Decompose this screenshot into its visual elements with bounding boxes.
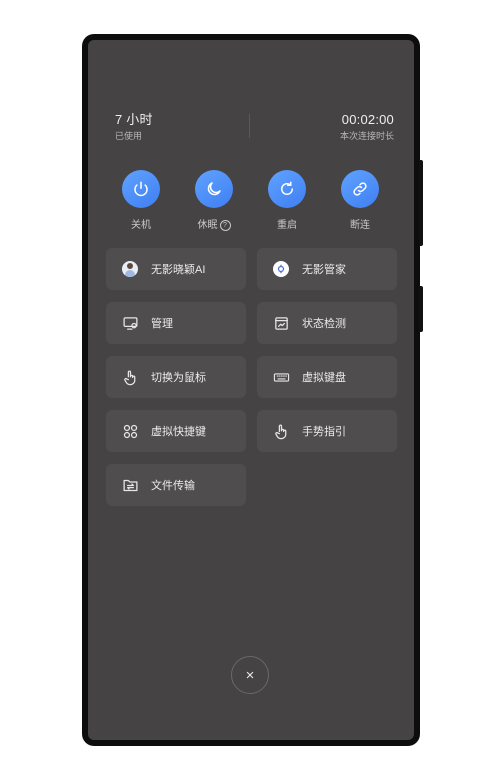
usage-value: 7 小时 xyxy=(115,112,153,127)
shutdown-button[interactable]: 关机 xyxy=(121,170,161,231)
phone-side-button xyxy=(419,160,423,246)
avatar xyxy=(122,261,138,277)
ai-assistant-label: 无影晓颖AI xyxy=(151,264,206,276)
connection-duration: 00:02:00 xyxy=(341,112,394,127)
restart-button[interactable]: 重启 xyxy=(267,170,307,231)
shutdown-label: 关机 xyxy=(131,220,151,231)
hand-pointer-icon xyxy=(121,368,139,386)
disconnect-label: 断连 xyxy=(350,220,370,231)
disconnect-button[interactable]: 断连 xyxy=(340,170,380,231)
moon-icon xyxy=(195,170,233,208)
shortcut-grid-icon xyxy=(121,422,139,440)
monitor-manage-icon xyxy=(121,314,139,332)
ai-assistant-button[interactable]: 无影晓颖AI xyxy=(106,248,246,290)
manage-label: 管理 xyxy=(151,318,173,330)
keyboard-icon xyxy=(272,368,290,386)
connection-duration-label: 本次连接时长 xyxy=(339,131,394,141)
control-panel: 7 小时 已使用 00:02:00 本次连接时长 关机 休眠? 重启 断连 无影… xyxy=(88,40,414,740)
status-check-icon xyxy=(272,314,290,332)
switch-to-mouse-button[interactable]: 切换为鼠标 xyxy=(106,356,246,398)
virtual-keyboard-label: 虚拟键盘 xyxy=(302,372,346,384)
sleep-label: 休眠 xyxy=(197,220,218,231)
manage-button[interactable]: 管理 xyxy=(106,302,246,344)
close-button[interactable]: × xyxy=(231,656,269,694)
connection-stat: 00:02:00 本次连接时长 xyxy=(340,112,394,142)
refresh-icon xyxy=(268,170,306,208)
close-icon: × xyxy=(245,666,255,684)
stat-divider xyxy=(249,114,250,138)
status-check-button[interactable]: 状态检测 xyxy=(257,302,397,344)
power-icon xyxy=(122,170,160,208)
virtual-shortcut-button[interactable]: 虚拟快捷键 xyxy=(106,410,246,452)
gesture-icon xyxy=(272,422,290,440)
gesture-guide-button[interactable]: 手势指引 xyxy=(257,410,397,452)
sleep-button[interactable]: 休眠? xyxy=(194,170,234,231)
usage-label: 已使用 xyxy=(115,131,143,141)
sleep-label-row: 休眠? xyxy=(194,216,234,231)
help-icon[interactable]: ? xyxy=(219,220,231,231)
status-check-label: 状态检测 xyxy=(302,318,346,330)
ai-avatar-icon xyxy=(121,260,139,278)
link-icon xyxy=(341,170,379,208)
file-transfer-button[interactable]: 文件传输 xyxy=(106,464,246,506)
file-transfer-label: 文件传输 xyxy=(151,480,195,492)
virtual-shortcut-label: 虚拟快捷键 xyxy=(151,426,206,438)
restart-label: 重启 xyxy=(277,220,297,231)
gesture-guide-label: 手势指引 xyxy=(302,426,346,438)
switch-to-mouse-label: 切换为鼠标 xyxy=(151,372,206,384)
manager-icon xyxy=(272,260,290,278)
file-transfer-icon xyxy=(121,476,139,494)
usage-stat: 7 小时 已使用 xyxy=(115,112,153,142)
phone-side-button xyxy=(419,286,423,332)
virtual-keyboard-button[interactable]: 虚拟键盘 xyxy=(257,356,397,398)
manager-button[interactable]: 无影管家 xyxy=(257,248,397,290)
manager-label: 无影管家 xyxy=(302,264,346,276)
